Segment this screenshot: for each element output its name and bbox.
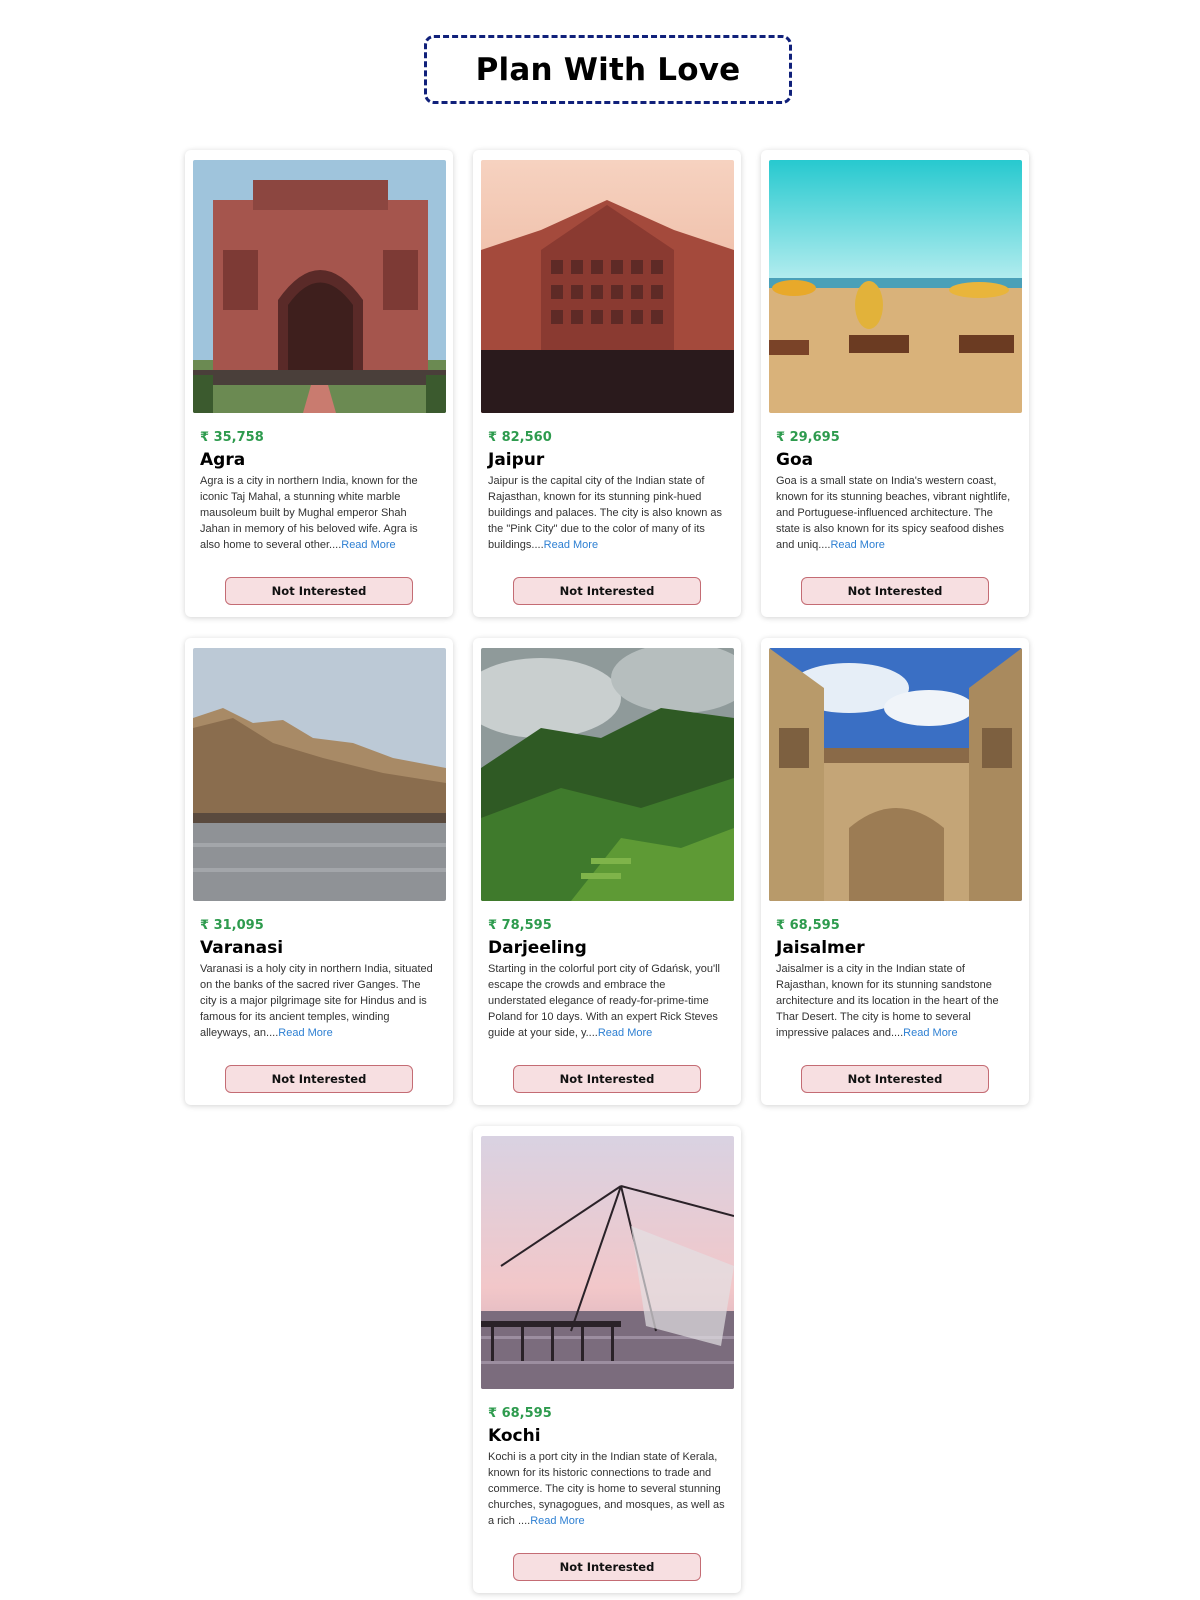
not-interested-button[interactable]: Not Interested [225, 577, 413, 605]
tour-price: ₹ 82,560 [488, 430, 552, 445]
tour-name: Darjeeling [488, 938, 587, 958]
tour-price: ₹ 29,695 [776, 430, 840, 445]
tour-description: Agra is a city in northern India, known … [200, 475, 418, 551]
tour-price: ₹ 68,595 [776, 918, 840, 933]
read-more-link[interactable]: Read More [903, 1027, 957, 1039]
tour-price: ₹ 35,758 [200, 430, 264, 445]
tour-card-darjeeling: ₹ 78,595 Darjeeling Starting in the colo… [473, 638, 741, 1105]
hawa-mahal-photo [481, 160, 734, 413]
tour-name: Jaisalmer [776, 938, 865, 958]
kochi-fishing-net-photo [481, 1136, 734, 1389]
tour-price: ₹ 78,595 [488, 918, 552, 933]
tour-price: ₹ 31,095 [200, 918, 264, 933]
tour-card-varanasi: ₹ 31,095 Varanasi Varanasi is a holy cit… [185, 638, 453, 1105]
varanasi-ghats-photo [193, 648, 446, 901]
tour-name: Agra [200, 450, 246, 470]
read-more-link[interactable]: Read More [530, 1515, 584, 1527]
read-more-link[interactable]: Read More [278, 1027, 332, 1039]
tour-description: Varanasi is a holy city in northern Indi… [200, 963, 433, 1039]
tour-card-agra: ₹ 35,758 Agra Agra is a city in northern… [185, 150, 453, 617]
tour-description: Jaipur is the capital city of the Indian… [488, 475, 722, 551]
read-more-link[interactable]: Read More [544, 539, 598, 551]
not-interested-button[interactable]: Not Interested [225, 1065, 413, 1093]
goa-beach-photo [769, 160, 1022, 413]
tour-description: Kochi is a port city in the Indian state… [488, 1451, 725, 1527]
darjeeling-hills-photo [481, 648, 734, 901]
tour-description: Jaisalmer is a city in the Indian state … [776, 963, 999, 1039]
tour-name: Goa [776, 450, 814, 470]
tour-card-kochi: ₹ 68,595 Kochi Kochi is a port city in t… [473, 1126, 741, 1593]
read-more-link[interactable]: Read More [341, 539, 395, 551]
tour-description: Starting in the colorful port city of Gd… [488, 963, 720, 1039]
tour-card-goa: ₹ 29,695 Goa Goa is a small state on Ind… [761, 150, 1029, 617]
agra-gate-photo [193, 160, 446, 413]
not-interested-button[interactable]: Not Interested [801, 1065, 989, 1093]
tour-card-jaisalmer: ₹ 68,595 Jaisalmer Jaisalmer is a city i… [761, 638, 1029, 1105]
not-interested-button[interactable]: Not Interested [513, 1553, 701, 1581]
tour-name: Kochi [488, 1426, 541, 1446]
tour-description: Goa is a small state on India's western … [776, 475, 1011, 551]
read-more-link[interactable]: Read More [830, 539, 884, 551]
not-interested-button[interactable]: Not Interested [513, 577, 701, 605]
tour-card-jaipur: ₹ 82,560 Jaipur Jaipur is the capital ci… [473, 150, 741, 617]
page-title-box: Plan With Love [424, 35, 792, 104]
tour-name: Varanasi [200, 938, 284, 958]
not-interested-button[interactable]: Not Interested [513, 1065, 701, 1093]
tour-price: ₹ 68,595 [488, 1406, 552, 1421]
page-title: Plan With Love [475, 51, 741, 88]
tour-name: Jaipur [488, 450, 545, 470]
jaisalmer-haveli-photo [769, 648, 1022, 901]
read-more-link[interactable]: Read More [598, 1027, 652, 1039]
not-interested-button[interactable]: Not Interested [801, 577, 989, 605]
